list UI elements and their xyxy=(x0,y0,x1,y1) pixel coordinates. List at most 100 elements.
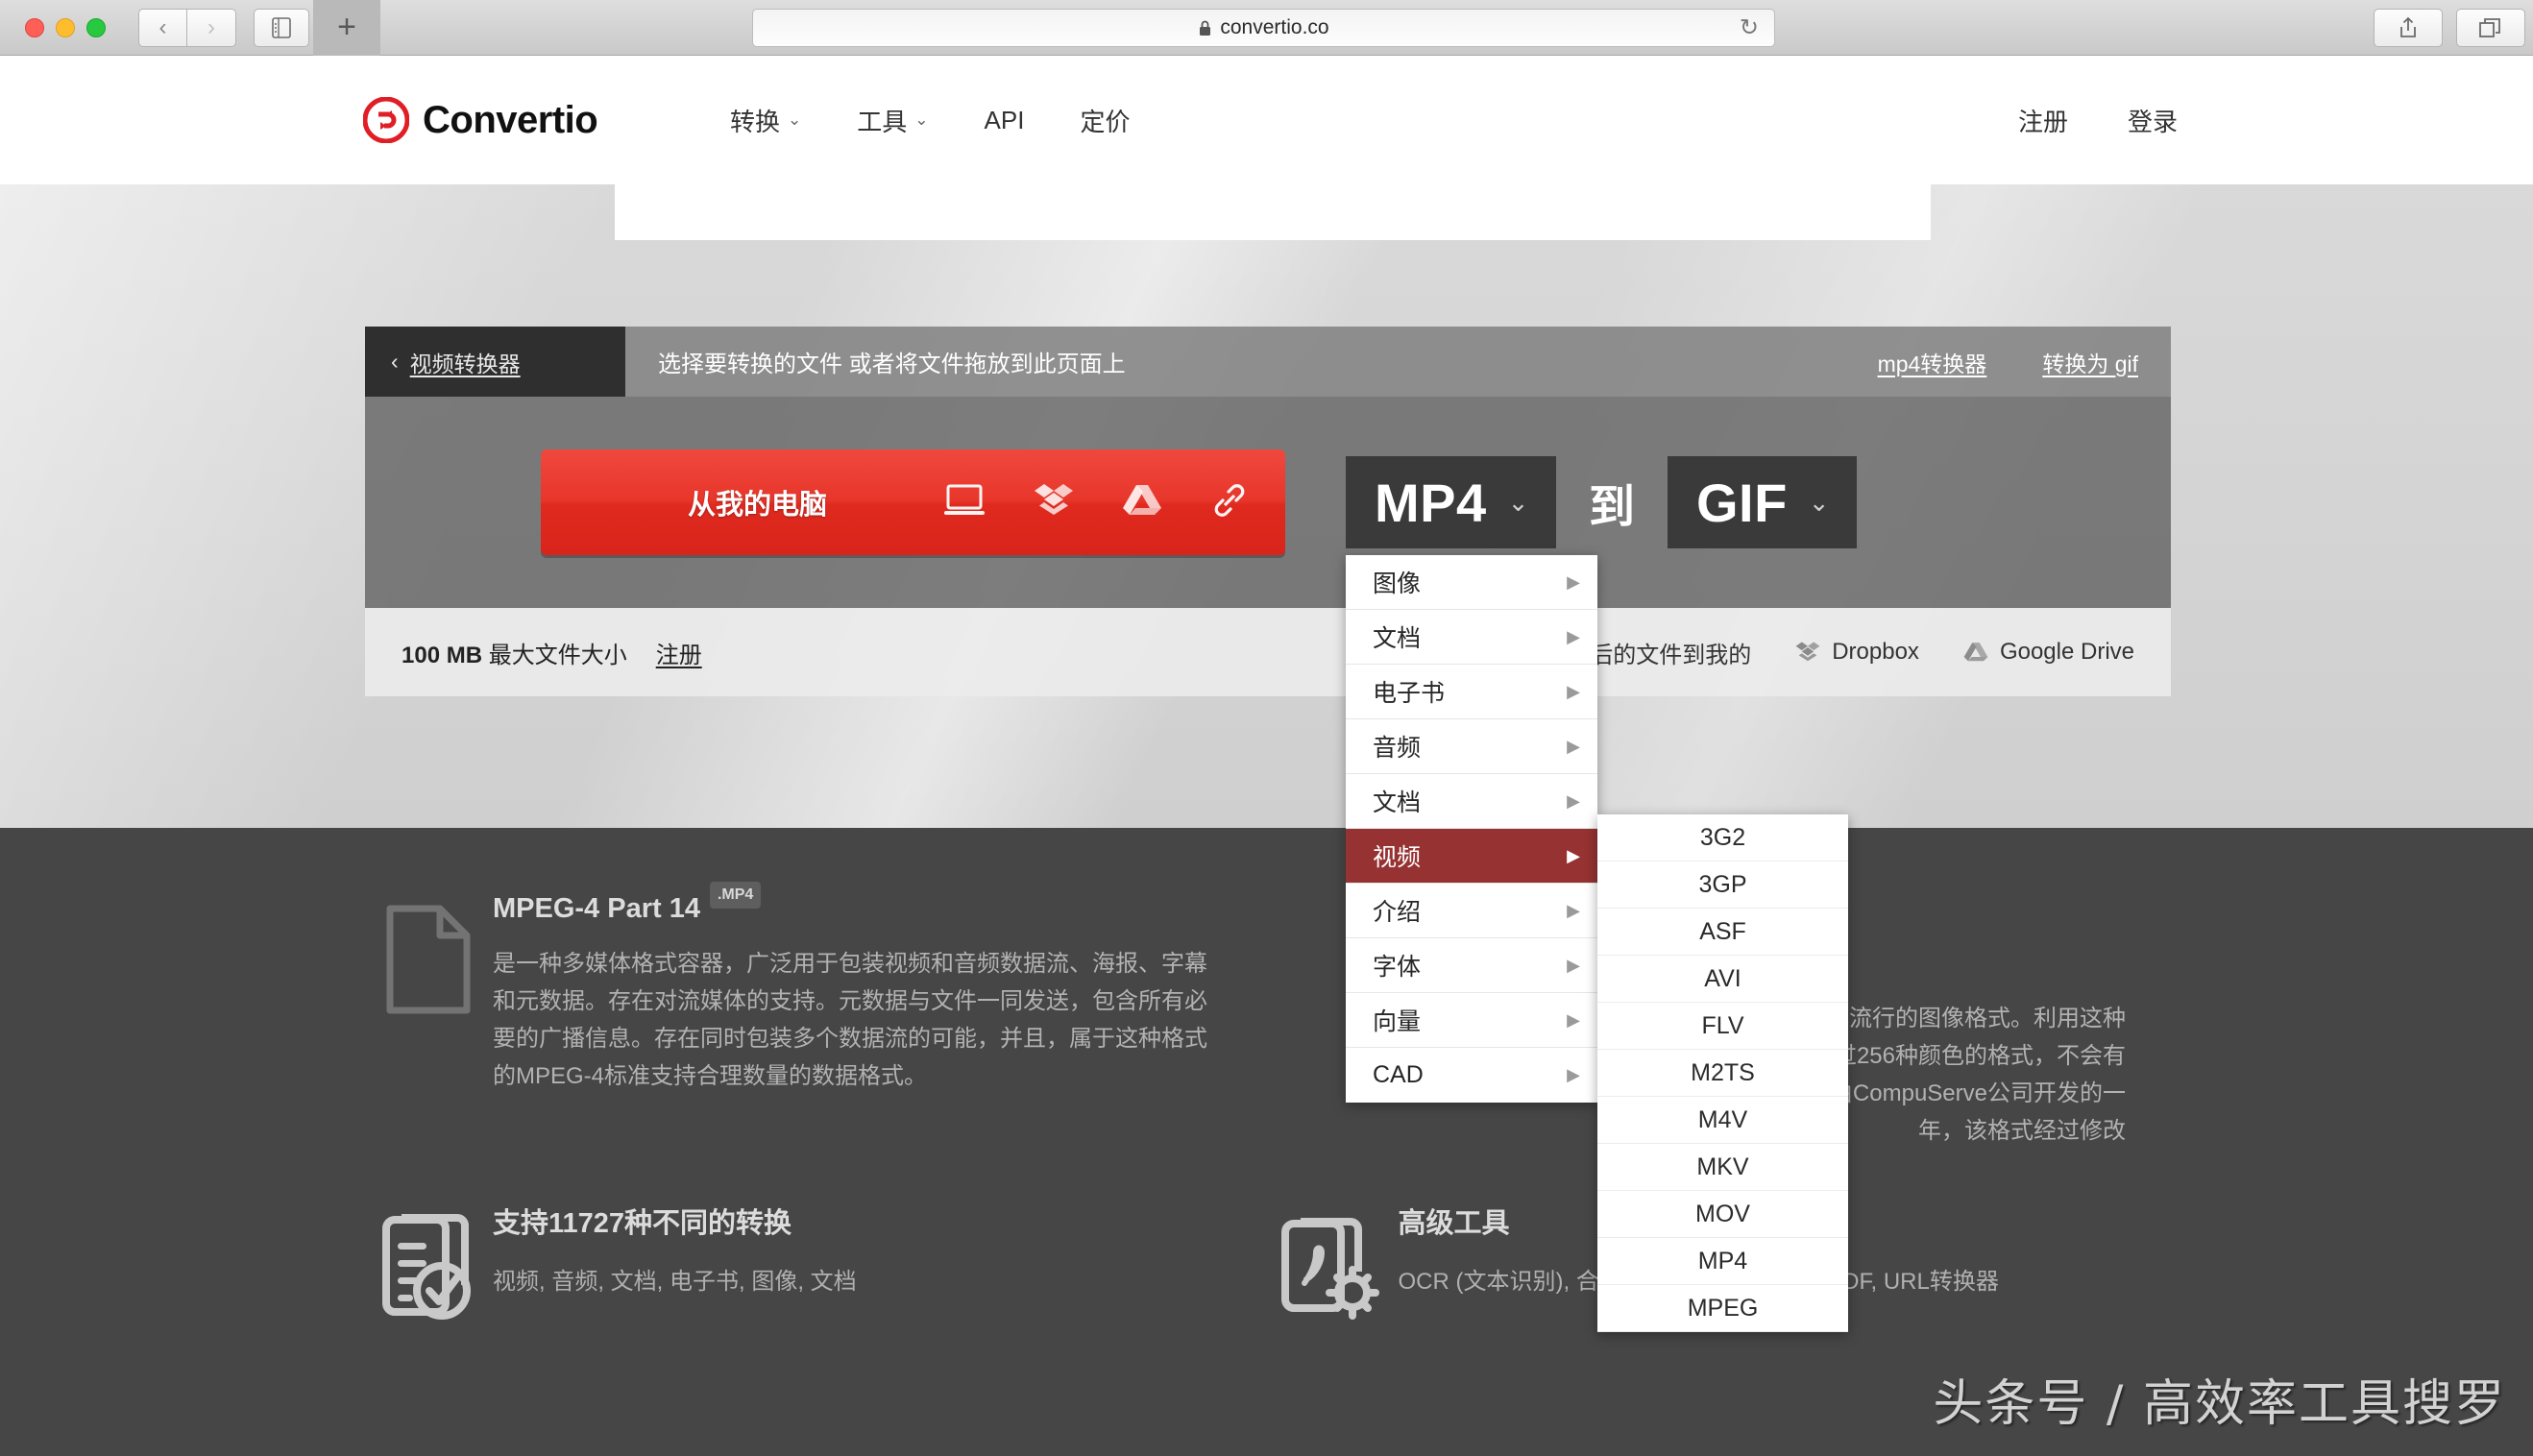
converter-prompt-text: 选择要转换的文件 或者将文件拖放到此页面上 xyxy=(658,345,1126,378)
source-format-selector[interactable]: MP4 ⌄ xyxy=(1346,456,1556,548)
checklist-icon xyxy=(363,1201,493,1323)
show-tabs-button[interactable] xyxy=(2456,9,2525,47)
source-format-extension-badge: .MP4 xyxy=(710,882,761,909)
chevron-left-icon: ‹ xyxy=(159,14,167,41)
submenu-item-m2ts[interactable]: M2TS xyxy=(1597,1050,1848,1097)
browser-right-controls xyxy=(2374,9,2525,47)
submenu-item-flv[interactable]: FLV xyxy=(1597,1003,1848,1050)
login-link[interactable]: 登录 xyxy=(2128,103,2178,138)
site-logo[interactable]: Convertio xyxy=(363,97,597,143)
nav-item-pricing[interactable]: 定价 xyxy=(1080,103,1130,138)
target-format-selector[interactable]: GIF ⌄ xyxy=(1668,456,1857,548)
submenu-item-mkv[interactable]: MKV xyxy=(1597,1144,1848,1191)
dropbox-icon[interactable] xyxy=(1034,482,1074,523)
upload-from-computer-button[interactable]: 从我的电脑 xyxy=(541,449,1285,555)
convert-to-gif-link[interactable]: 转换为 gif xyxy=(2042,346,2138,378)
submenu-item-mp4[interactable]: MP4 xyxy=(1597,1238,1848,1285)
source-format-title: MPEG-4 Part 14 xyxy=(493,893,700,925)
menu-item-document[interactable]: 文档 ▶ xyxy=(1346,610,1597,665)
nav-item-convert[interactable]: 转换 ⌄ xyxy=(730,103,801,138)
source-format-value: MP4 xyxy=(1375,472,1487,534)
google-drive-icon[interactable] xyxy=(1122,482,1162,523)
address-bar[interactable]: convertio.co ↻ xyxy=(752,9,1775,47)
submenu-item-mpeg[interactable]: MPEG xyxy=(1597,1285,1848,1332)
menu-item-presentation[interactable]: 介绍 ▶ xyxy=(1346,884,1597,938)
window-traffic-lights xyxy=(25,18,106,37)
footer-signup-link[interactable]: 注册 xyxy=(656,636,702,669)
nav-item-pricing-label: 定价 xyxy=(1080,103,1130,138)
video-format-submenu: 3G2 3GP ASF AVI FLV M2TS M4V MKV MOV MP4… xyxy=(1597,814,1848,1332)
save-destination-group: 换后的文件到我的 Dropbox G xyxy=(1567,636,2134,669)
nav-item-tools[interactable]: 工具 ⌄ xyxy=(857,103,928,138)
info-grid: MPEG-4 Part 14 .MP4 是一种多媒体格式容器，广泛用于包装视频和… xyxy=(363,828,2174,1323)
google-drive-label: Google Drive xyxy=(2000,639,2134,666)
target-format-value: GIF xyxy=(1696,472,1788,534)
converter-footer: 100 MB 最大文件大小 注册 换后的文件到我的 Dropbox xyxy=(365,608,2171,696)
back-to-video-converter[interactable]: ‹ 视频转换器 xyxy=(365,327,625,397)
menu-item-video-label: 视频 xyxy=(1373,838,1421,873)
submenu-item-mov[interactable]: MOV xyxy=(1597,1191,1848,1238)
chevron-right-icon: ▶ xyxy=(1567,682,1580,702)
new-tab-button[interactable]: + xyxy=(313,0,380,56)
link-icon[interactable] xyxy=(1210,481,1249,524)
upload-source-icons xyxy=(943,481,1249,524)
signup-link[interactable]: 注册 xyxy=(2018,103,2068,138)
format-category-menu: 图像 ▶ 文档 ▶ 电子书 ▶ 音频 ▶ 文档 ▶ 视频 ▶ 介绍 ▶ 字体 ▶… xyxy=(1346,555,1597,1103)
menu-item-video[interactable]: 视频 ▶ xyxy=(1346,829,1597,884)
menu-item-presentation-label: 介绍 xyxy=(1373,893,1421,928)
menu-item-vector[interactable]: 向量 ▶ xyxy=(1346,993,1597,1048)
menu-item-ebook[interactable]: 电子书 ▶ xyxy=(1346,665,1597,719)
converter-quick-links: mp4转换器 转换为 gif xyxy=(1878,346,2138,378)
chevron-left-icon: ‹ xyxy=(391,349,399,375)
site-header: Convertio 转换 ⌄ 工具 ⌄ API 定价 注册 登录 xyxy=(0,56,2533,184)
submenu-item-m4v[interactable]: M4V xyxy=(1597,1097,1848,1144)
menu-item-font[interactable]: 字体 ▶ xyxy=(1346,938,1597,993)
menu-item-image-label: 图像 xyxy=(1373,565,1421,599)
menu-item-image[interactable]: 图像 ▶ xyxy=(1346,555,1597,610)
file-icon xyxy=(363,893,493,1151)
mp4-converter-link[interactable]: mp4转换器 xyxy=(1878,346,1987,378)
share-icon xyxy=(2398,16,2419,39)
forward-button[interactable]: › xyxy=(187,9,236,47)
menu-item-document-label: 文档 xyxy=(1373,619,1421,654)
computer-icon[interactable] xyxy=(943,483,986,522)
back-button[interactable]: ‹ xyxy=(138,9,187,47)
chevron-right-icon: › xyxy=(207,14,215,41)
conversions-title: 支持11727种不同的转换 xyxy=(493,1201,792,1241)
share-button[interactable] xyxy=(2374,9,2443,47)
chevron-right-icon: ▶ xyxy=(1567,572,1580,593)
main-navigation: 转换 ⌄ 工具 ⌄ API 定价 xyxy=(730,103,1130,138)
submenu-item-avi[interactable]: AVI xyxy=(1597,956,1848,1003)
info-row-features: 支持11727种不同的转换 视频, 音频, 文档, 电子书, 图像, 文档 xyxy=(363,1151,2174,1323)
submenu-item-3gp[interactable]: 3GP xyxy=(1597,861,1848,909)
menu-item-audio[interactable]: 音频 ▶ xyxy=(1346,719,1597,774)
chevron-right-icon: ▶ xyxy=(1567,1065,1580,1085)
submenu-item-3g2[interactable]: 3G2 xyxy=(1597,814,1848,861)
menu-item-document-2[interactable]: 文档 ▶ xyxy=(1346,774,1597,829)
watermark-text: 头条号 / 高效率工具搜罗 xyxy=(1933,1363,2506,1435)
menu-item-ebook-label: 电子书 xyxy=(1373,674,1445,709)
save-to-dropbox[interactable]: Dropbox xyxy=(1795,639,1919,666)
close-window-button[interactable] xyxy=(25,18,44,37)
sidebar-toggle-button[interactable] xyxy=(254,9,309,47)
maximize-window-button[interactable] xyxy=(86,18,106,37)
nav-item-api[interactable]: API xyxy=(985,106,1025,135)
info-text-source-format: MPEG-4 Part 14 .MP4 是一种多媒体格式容器，广泛用于包装视频和… xyxy=(493,893,1269,1151)
converter-widget: ‹ 视频转换器 选择要转换的文件 或者将文件拖放到此页面上 mp4转换器 转换为… xyxy=(365,327,2171,696)
dropbox-label: Dropbox xyxy=(1832,639,1919,666)
reload-icon[interactable]: ↻ xyxy=(1740,14,1759,42)
menu-item-cad-label: CAD xyxy=(1373,1061,1424,1089)
new-tab-label: + xyxy=(337,9,356,46)
dropbox-icon xyxy=(1795,641,1820,664)
format-separator: 到 xyxy=(1589,469,1635,536)
converter-prompt-bar: 选择要转换的文件 或者将文件拖放到此页面上 mp4转换器 转换为 gif xyxy=(625,327,2171,397)
chevron-right-icon: ▶ xyxy=(1567,846,1580,866)
menu-item-cad[interactable]: CAD ▶ xyxy=(1346,1048,1597,1103)
minimize-window-button[interactable] xyxy=(56,18,75,37)
nav-item-api-label: API xyxy=(985,106,1025,135)
menu-item-font-label: 字体 xyxy=(1373,948,1421,983)
submenu-item-asf[interactable]: ASF xyxy=(1597,909,1848,956)
chevron-right-icon: ▶ xyxy=(1567,1010,1580,1031)
save-to-google-drive[interactable]: Google Drive xyxy=(1963,639,2134,666)
chevron-down-icon: ⌄ xyxy=(788,110,801,130)
